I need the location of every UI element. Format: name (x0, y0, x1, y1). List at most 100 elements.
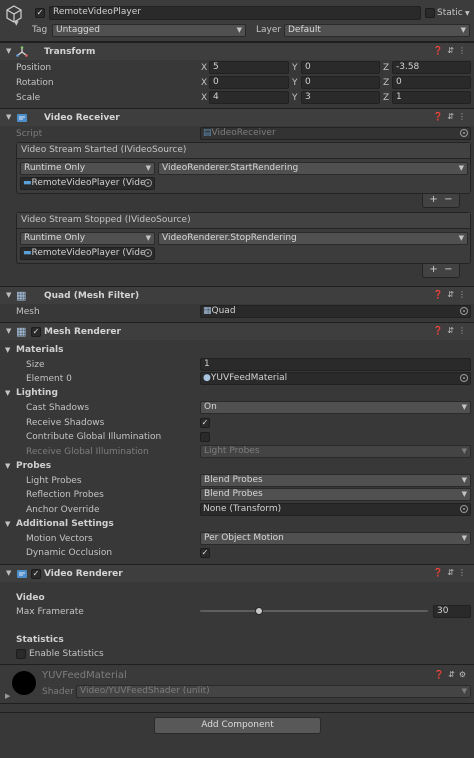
help-icon[interactable]: ❓ (434, 670, 448, 679)
rotation-z-label[interactable]: Z (383, 77, 389, 89)
material-header-icons[interactable]: ❓⇵⚙ (434, 670, 470, 679)
event-target-field[interactable]: ▬RemoteVideoPlayer (Vide (20, 247, 155, 260)
video-renderer-header[interactable]: ▼ ✓ Video Renderer ❓⇵⋮ (0, 564, 474, 582)
tag-dropdown[interactable]: Untagged ▼ (52, 24, 246, 37)
position-x-field[interactable]: 5 (209, 61, 289, 74)
lighting-label[interactable]: Lighting (16, 387, 58, 399)
preset-icon[interactable]: ⇵ (447, 290, 458, 299)
anchor-override-field[interactable]: None (Transform) (200, 503, 471, 516)
additional-settings-label[interactable]: Additional Settings (16, 518, 114, 530)
kebab-menu-icon[interactable]: ⋮ (458, 568, 470, 577)
component-header-icons[interactable]: ❓⇵⋮ (433, 46, 470, 55)
help-icon[interactable]: ❓ (433, 326, 447, 335)
materials-size-field[interactable]: 1 (200, 358, 471, 371)
slider-thumb[interactable] (255, 607, 263, 615)
max-framerate-field[interactable]: 30 (433, 605, 471, 618)
scale-y-label[interactable]: Y (292, 92, 298, 104)
scale-z-label[interactable]: Z (383, 92, 389, 104)
scale-z-field[interactable]: 1 (392, 91, 471, 104)
foldout-icon[interactable]: ▼ (6, 569, 11, 577)
function-dropdown[interactable]: VideoRenderer.StartRendering ▼ (158, 162, 468, 175)
kebab-menu-icon[interactable]: ⋮ (458, 290, 470, 299)
object-picker-icon[interactable] (144, 249, 152, 257)
preset-icon[interactable]: ⇵ (447, 46, 458, 55)
rotation-x-field[interactable]: 0 (209, 76, 289, 89)
materials-label[interactable]: Materials (16, 344, 63, 356)
dynamic-occlusion-checkbox[interactable]: ✓ (200, 548, 210, 558)
material-foldout-icon[interactable]: ▶ (5, 692, 10, 700)
additional-settings-foldout-icon[interactable]: ▼ (5, 520, 10, 528)
light-probes-dropdown[interactable]: Blend Probes ▼ (200, 474, 471, 487)
video-receiver-header[interactable]: ▼ Video Receiver ❓⇵⋮ (0, 108, 474, 126)
slider-track[interactable] (200, 610, 428, 612)
foldout-icon[interactable]: ▼ (6, 113, 11, 121)
kebab-menu-icon[interactable]: ⋮ (458, 112, 470, 121)
component-header-icons[interactable]: ❓⇵⋮ (433, 568, 470, 577)
component-header-icons[interactable]: ❓⇵⋮ (433, 326, 470, 335)
event-target-field[interactable]: ▬RemoteVideoPlayer (Vide (20, 177, 155, 190)
function-dropdown[interactable]: VideoRenderer.StopRendering ▼ (158, 232, 468, 245)
enable-statistics-checkbox[interactable] (16, 649, 26, 659)
video-renderer-enabled-checkbox[interactable]: ✓ (31, 569, 41, 579)
plus-button[interactable]: + (429, 264, 437, 275)
position-z-label[interactable]: Z (383, 62, 389, 74)
add-component-button[interactable]: Add Component (154, 717, 321, 734)
runtime-mode-dropdown[interactable]: Runtime Only ▼ (20, 162, 155, 175)
rotation-z-field[interactable]: 0 (392, 76, 471, 89)
component-header-icons[interactable]: ❓⇵⋮ (433, 290, 470, 299)
rotation-y-label[interactable]: Y (292, 77, 298, 89)
preset-icon[interactable]: ⇵ (447, 112, 458, 121)
position-x-label[interactable]: X (201, 62, 207, 74)
icon-dropdown-arrow[interactable]: ▼ (14, 20, 19, 27)
foldout-icon[interactable]: ▼ (6, 291, 11, 299)
help-icon[interactable]: ❓ (433, 112, 447, 121)
object-picker-icon[interactable] (144, 179, 152, 187)
rotation-x-label[interactable]: X (201, 77, 207, 89)
max-framerate-slider[interactable] (200, 605, 428, 618)
help-icon[interactable]: ❓ (433, 290, 447, 299)
contribute-gi-checkbox[interactable] (200, 432, 210, 442)
preset-icon[interactable]: ⇵ (447, 568, 458, 577)
reflection-probes-dropdown[interactable]: Blend Probes ▼ (200, 488, 471, 501)
mesh-renderer-header[interactable]: ▼ ▦ ✓ Mesh Renderer ❓⇵⋮ (0, 322, 474, 340)
gear-icon[interactable]: ⚙ (459, 670, 470, 679)
object-picker-icon[interactable] (460, 374, 468, 382)
element0-field[interactable]: ●YUVFeedMaterial (200, 372, 471, 385)
kebab-menu-icon[interactable]: ⋮ (458, 326, 470, 335)
materials-foldout-icon[interactable]: ▼ (5, 346, 10, 354)
preset-icon[interactable]: ⇵ (448, 670, 459, 679)
object-picker-icon[interactable] (460, 307, 468, 315)
cast-shadows-dropdown[interactable]: On ▼ (200, 401, 471, 414)
mesh-field[interactable]: ▦Quad (200, 305, 471, 318)
scale-x-field[interactable]: 4 (209, 91, 289, 104)
position-y-field[interactable]: 0 (301, 61, 380, 74)
object-picker-icon[interactable] (460, 505, 468, 513)
mesh-filter-header[interactable]: ▼ ▦ Quad (Mesh Filter) ❓⇵⋮ (0, 286, 474, 304)
scale-x-label[interactable]: X (201, 92, 207, 104)
position-z-field[interactable]: -3.58 (392, 61, 471, 74)
receive-shadows-checkbox[interactable]: ✓ (200, 418, 210, 428)
lighting-foldout-icon[interactable]: ▼ (5, 389, 10, 397)
gameobject-name-input[interactable]: RemoteVideoPlayer (49, 6, 421, 20)
probes-label[interactable]: Probes (16, 460, 51, 472)
gameobject-active-checkbox[interactable]: ✓ (35, 8, 45, 18)
minus-button[interactable]: − (444, 264, 452, 275)
runtime-mode-dropdown[interactable]: Runtime Only ▼ (20, 232, 155, 245)
static-dropdown-arrow[interactable]: ▼ (465, 10, 470, 17)
scale-y-field[interactable]: 3 (301, 91, 380, 104)
help-icon[interactable]: ❓ (433, 46, 447, 55)
foldout-icon[interactable]: ▼ (6, 47, 11, 55)
static-checkbox[interactable] (425, 8, 435, 18)
help-icon[interactable]: ❓ (433, 568, 447, 577)
rotation-y-field[interactable]: 0 (301, 76, 380, 89)
minus-button[interactable]: − (444, 194, 452, 205)
layer-dropdown[interactable]: Default ▼ (284, 24, 470, 37)
probes-foldout-icon[interactable]: ▼ (5, 462, 10, 470)
kebab-menu-icon[interactable]: ⋮ (458, 46, 470, 55)
foldout-icon[interactable]: ▼ (6, 327, 11, 335)
motion-vectors-dropdown[interactable]: Per Object Motion ▼ (200, 532, 471, 545)
preset-icon[interactable]: ⇵ (447, 326, 458, 335)
mesh-renderer-enabled-checkbox[interactable]: ✓ (31, 327, 41, 337)
plus-button[interactable]: + (429, 194, 437, 205)
component-header-icons[interactable]: ❓⇵⋮ (433, 112, 470, 121)
